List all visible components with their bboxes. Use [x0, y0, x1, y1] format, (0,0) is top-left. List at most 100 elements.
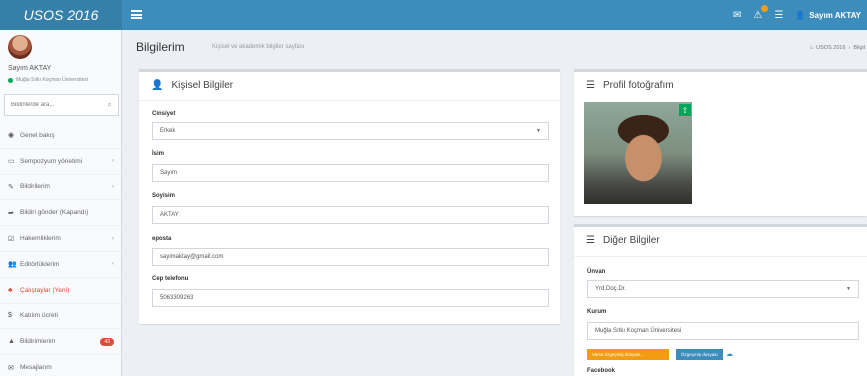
cv-download-button[interactable]: Özgeçmiş dosyası: [676, 349, 723, 360]
chevron-left-icon: ‹: [112, 183, 114, 190]
email-field-value: sayimaktay@gmail.com: [160, 254, 224, 260]
phone-field[interactable]: 5063309263: [152, 289, 549, 307]
name-label: İsim: [152, 151, 165, 157]
personal-info-box: 👤 Kişisel Bilgiler Cinsiyet Erkek ▼ İsim…: [139, 69, 560, 324]
box-divider: [139, 100, 560, 101]
edit-icon: ✎: [8, 183, 14, 191]
sidebar-user-status: Muğla Sıtkı Koçman Üniversitesi: [8, 77, 88, 83]
user-menu[interactable]: 👤 Sayım AKTAY: [795, 11, 861, 20]
sidebar-item-symposium[interactable]: ▭ Sempozyum yönetimi ‹: [0, 149, 122, 175]
sidebar-item-submit[interactable]: ➦ Bildiri gönder (Kapandı): [0, 200, 122, 227]
personal-info-title: Kişisel Bilgiler: [171, 80, 234, 91]
messages-icon[interactable]: ✉: [733, 10, 741, 21]
box-divider: [574, 256, 867, 257]
chevron-left-icon: ‹: [112, 158, 114, 165]
institution-field[interactable]: Muğla Sıtkı Koçman Üniversitesi: [587, 322, 859, 340]
sidebar-item-papers[interactable]: ✎ Bildirilerim ‹: [0, 175, 122, 201]
notification-count-badge: 43: [100, 337, 114, 346]
breadcrumb-separator: ›: [848, 45, 851, 51]
sidebar-item-label: Hakemliklerim: [20, 235, 61, 243]
profile-photo: ⇧: [584, 102, 692, 204]
home-icon: ⌂: [809, 45, 814, 51]
institution-field-value: Muğla Sıtkı Koçman Üniversitesi: [595, 328, 682, 334]
tasks-icon[interactable]: ☰: [774, 10, 783, 21]
warning-icon: ▲: [8, 338, 15, 346]
surname-field-value: AKTAY: [160, 212, 179, 218]
sidebar-user-institution: Muğla Sıtkı Koçman Üniversitesi: [16, 77, 88, 83]
chevron-left-icon: ‹: [112, 261, 114, 268]
share-icon: ➦: [8, 209, 14, 217]
email-field[interactable]: sayimaktay@gmail.com: [152, 248, 549, 266]
chevron-down-icon: ▼: [846, 286, 851, 292]
sidebar-item-messages[interactable]: ✉ Mesajlarım: [0, 355, 122, 376]
sidebar-item-label: Bildirilerim: [20, 183, 50, 191]
gender-label: Cinsiyet: [152, 111, 176, 117]
name-field-value: Sayım: [160, 170, 178, 176]
app-logo[interactable]: USOS 2016: [0, 0, 122, 30]
notification-badge: [761, 4, 769, 12]
breadcrumb-home[interactable]: USOS 2016: [816, 45, 845, 51]
money-icon: $: [8, 312, 12, 320]
name-field[interactable]: Sayım: [152, 164, 549, 182]
group-icon: ♣: [8, 286, 13, 294]
users-icon: 👥: [8, 261, 17, 269]
sidebar-item-label: Katılım ücreti: [20, 312, 58, 320]
surname-label: Soyisim: [152, 193, 176, 199]
avatar: [8, 35, 32, 59]
user-panel: Sayım AKTAY Muğla Sıtkı Koçman Üniversit…: [0, 30, 121, 90]
breadcrumb-current: Bilgil: [853, 45, 865, 51]
search-icon[interactable]: ⌕: [108, 100, 112, 110]
phone-field-value: 5063309263: [160, 295, 194, 301]
sidebar-toggle-icon[interactable]: [131, 10, 142, 19]
sidebar-item-label: Editörlüklerim: [20, 260, 60, 268]
sidebar-item-label: Sempozyum yönetimi: [20, 157, 83, 165]
sidebar-item-dashboard[interactable]: ◉ Genel bakış: [0, 123, 122, 149]
sidebar-user-name: Sayım AKTAY: [8, 65, 52, 72]
sidebar-item-label: Mesajlarım: [20, 364, 52, 372]
cv-file-button[interactable]: Varsa özgeçmiş dosyası...: [587, 349, 669, 360]
email-label: eposta: [152, 236, 172, 242]
gender-select[interactable]: Erkek ▼: [152, 122, 549, 140]
surname-field[interactable]: AKTAY: [152, 206, 549, 224]
user-icon: 👤: [795, 10, 806, 20]
sidebar-search-input[interactable]: [11, 102, 91, 108]
breadcrumb: ⌂ USOS 2016 › Bilgil: [810, 45, 865, 51]
facebook-label: Facebook: [587, 368, 616, 374]
top-navbar: USOS 2016 ✉ ⚠ ☰ 👤 Sayım AKTAY: [0, 0, 867, 30]
cloud-icon[interactable]: ☁: [726, 350, 733, 358]
list-icon: ☰: [586, 235, 595, 246]
sidebar-menu: ◉ Genel bakış ▭ Sempozyum yönetimi ‹ ✎ Bildi…: [0, 123, 122, 376]
user-menu-name: Sayım AKTAY: [809, 10, 861, 20]
academic-title-select[interactable]: Yrd.Doç.Dr. ▼: [587, 280, 859, 298]
institution-label: Kurum: [587, 309, 607, 315]
user-icon: 👤: [151, 80, 164, 91]
sidebar-item-reviews[interactable]: ☑ Hakemliklerim ‹: [0, 226, 122, 252]
academic-title-value: Yrd.Doç.Dr.: [595, 286, 627, 292]
check-square-icon: ☑: [8, 235, 15, 243]
sidebar-item-editorships[interactable]: 👥 Editörlüklerim ‹: [0, 252, 122, 278]
other-info-title: Diğer Bilgiler: [602, 235, 660, 246]
chevron-left-icon: ‹: [112, 235, 114, 242]
sidebar-item-fee[interactable]: $ Katılım ücreti: [0, 304, 122, 330]
sidebar-item-label: Bildirimlerim: [20, 338, 56, 346]
page-title: Bilgilerim: [136, 40, 185, 54]
monitor-icon: ▭: [8, 158, 15, 166]
chevron-down-icon: ▼: [536, 128, 541, 134]
profile-photo-title: Profil fotoğrafım: [602, 80, 674, 91]
sidebar-item-workshops[interactable]: ♣ Çalıştaylar (Yeni): [0, 278, 122, 304]
mail-icon: ✉: [8, 364, 14, 372]
sidebar-item-label: Bildiri gönder (Kapandı): [20, 209, 89, 217]
profile-photo-header: ☰ Profil fotoğrafım: [586, 80, 674, 91]
page-subtitle: Kişisel ve akademik bilgiler sayfası: [212, 44, 305, 50]
sidebar-search: ⌕: [4, 94, 119, 116]
content-header: Bilgilerim Kişisel ve akademik bilgiler …: [122, 30, 867, 67]
sidebar-item-label: Çalıştaylar (Yeni): [20, 286, 70, 294]
phone-label: Cep telefonu: [152, 276, 189, 282]
sidebar-item-notifications[interactable]: ▲ Bildirimlerim 43: [0, 329, 122, 356]
other-info-header: ☰ Diğer Bilgiler: [586, 235, 660, 246]
upload-icon[interactable]: ⇧: [679, 104, 691, 116]
profile-photo-box: ☰ Profil fotoğrafım ⇧: [574, 69, 867, 216]
personal-info-header: 👤 Kişisel Bilgiler: [151, 80, 233, 91]
other-info-box: ☰ Diğer Bilgiler Ünvan Yrd.Doç.Dr. ▼ Kur…: [574, 224, 867, 376]
notifications-icon[interactable]: ⚠: [753, 4, 769, 21]
